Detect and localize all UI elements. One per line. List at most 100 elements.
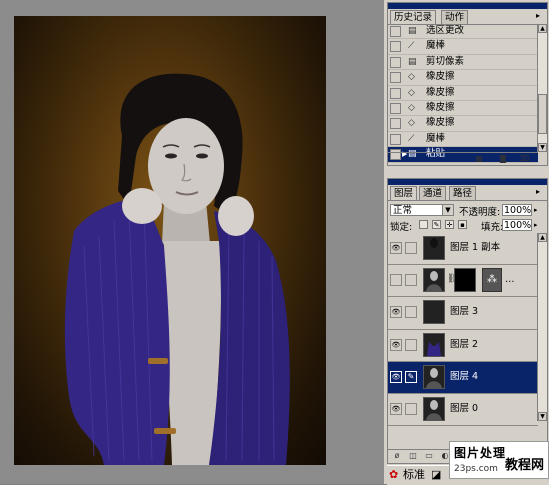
layer-thumbnail [423, 396, 445, 421]
eraser-icon: ◇ [408, 87, 415, 98]
tab-history[interactable]: 历史记录 [390, 10, 437, 24]
scroll-up-icon[interactable]: ▲ [538, 24, 547, 33]
brush-icon[interactable]: ✎ [405, 370, 417, 383]
document-canvas-area[interactable] [0, 0, 384, 484]
layer-thumbnail [423, 268, 445, 293]
history-item[interactable]: ◇ 橡皮擦 [388, 86, 538, 101]
layer-link-box[interactable] [405, 338, 417, 351]
app-logo-icon[interactable]: ✿ [389, 468, 398, 482]
layer-style-icon[interactable]: ø [392, 451, 402, 460]
scroll-down-icon[interactable]: ▼ [538, 143, 547, 152]
eye-icon[interactable]: 👁 [390, 306, 402, 319]
lock-label: 锁定: [390, 222, 413, 233]
history-item[interactable]: ▤ 选区更改 [388, 24, 538, 40]
new-document-from-state-icon[interactable]: ▦ [474, 154, 484, 163]
fill-label: 填充: [481, 222, 504, 233]
layers-tabs: 图层 通道 路径 ▸ [388, 185, 547, 201]
layer-row[interactable]: 👁 图层 1 副本 [388, 233, 538, 266]
layer-name[interactable]: … [505, 274, 515, 286]
fill-input[interactable]: 100% [502, 219, 532, 231]
layer-row[interactable]: 👁 图层 0 [388, 394, 538, 427]
quick-mask-icon[interactable]: ◪ [431, 468, 441, 482]
tab-actions[interactable]: 动作 [441, 10, 469, 24]
scroll-up-icon[interactable]: ▲ [538, 233, 547, 242]
history-tabs: 历史记录 动作 ▸ [388, 9, 547, 25]
snapshot-checkbox[interactable] [390, 87, 401, 99]
layer-name[interactable]: 图层 2 [450, 339, 478, 351]
snapshot-checkbox[interactable] [390, 41, 401, 53]
chevron-down-icon[interactable]: ▼ [442, 205, 453, 215]
layer-name[interactable]: 图层 1 副本 [450, 242, 500, 254]
history-item[interactable]: ▤ 剪切像素 [388, 55, 538, 71]
layer-row-selected[interactable]: 👁 ✎ 图层 4 [388, 361, 538, 394]
lock-all-icon[interactable]: ▪ [458, 220, 467, 229]
layer-name[interactable]: 图层 4 [450, 371, 478, 383]
tab-channels[interactable]: 通道 [419, 186, 447, 200]
history-list: ▤ 选区更改 ⟋ 魔棒 ▤ 剪切像素 ◇ 橡皮擦 ◇ 橡皮擦 ◇ 橡皮擦 ◇ 橡… [388, 24, 538, 163]
blend-mode-value: 正常 [393, 205, 413, 216]
eye-icon[interactable]: 👁 [390, 370, 402, 383]
history-item[interactable]: ◇ 橡皮擦 [388, 116, 538, 132]
document-icon: ▤ [408, 56, 417, 67]
eye-icon[interactable]: 👁 [390, 242, 402, 254]
history-palette: 历史记录 动作 ▸ ▤ 选区更改 ⟋ 魔棒 ▤ 剪切像素 ◇ 橡皮擦 ◇ 橡皮擦 [387, 2, 548, 166]
snapshot-checkbox[interactable] [390, 26, 401, 37]
layer-link-box[interactable] [405, 402, 417, 415]
layer-link-box[interactable] [405, 306, 417, 319]
fill-slider-arrow-icon[interactable]: ▸ [534, 221, 538, 229]
opacity-slider-arrow-icon[interactable]: ▸ [534, 206, 538, 214]
document-icon: ▤ [408, 26, 417, 36]
new-set-icon[interactable]: ▭ [424, 451, 434, 460]
eye-icon[interactable]: 👁 [390, 338, 402, 351]
site-watermark: 图片处理 教程网 23ps.com [449, 441, 549, 479]
eye-icon[interactable]: 👁 [390, 402, 402, 415]
snapshot-checkbox[interactable] [390, 133, 401, 145]
history-item[interactable]: ⟋ 魔棒 [388, 39, 538, 55]
history-scrollbar[interactable]: ▲ ▼ [537, 24, 547, 152]
lock-move-icon[interactable]: ✛ [445, 220, 454, 229]
scroll-down-icon[interactable]: ▼ [538, 412, 547, 421]
history-menu-arrow-icon[interactable]: ▸ [536, 12, 544, 20]
footprints-icon: ⁂ [482, 268, 502, 293]
trash-icon[interactable]: ⌧ [520, 154, 530, 163]
history-item-label: 橡皮擦 [426, 101, 455, 113]
layer-name[interactable]: 图层 3 [450, 306, 478, 318]
document-image[interactable] [14, 16, 326, 465]
layer-link-box[interactable] [405, 274, 417, 287]
opacity-label: 不透明度: [459, 207, 501, 218]
layers-scrollbar[interactable]: ▲ ▼ [537, 233, 547, 421]
camera-snapshot-icon[interactable]: ◙ [498, 154, 508, 163]
lock-transparency-icon[interactable] [419, 220, 428, 229]
watermark-line1: 图片处理 [454, 446, 507, 460]
lock-brush-icon[interactable]: ✎ [432, 220, 441, 229]
layer-list: 👁 图层 1 副本 ⛓ ⁂ … 👁 图层 3 👁 图层 2 👁 ✎ 图层 4 👁… [388, 233, 538, 427]
add-mask-icon[interactable]: ◫ [408, 451, 418, 460]
opacity-input[interactable]: 100% [502, 204, 532, 216]
history-item-label: 选区更改 [426, 25, 465, 36]
scroll-thumb[interactable] [538, 94, 547, 134]
history-item[interactable]: ⟋ 魔棒 [388, 132, 538, 148]
watermark-line2: 教程网 [504, 458, 544, 473]
layer-row[interactable]: 👁 图层 2 [388, 330, 538, 362]
snapshot-checkbox[interactable] [390, 72, 401, 84]
snapshot-checkbox[interactable] [390, 102, 401, 114]
layer-link-box[interactable] [405, 242, 417, 254]
tab-layers[interactable]: 图层 [390, 186, 418, 200]
layer-row[interactable]: 👁 图层 3 [388, 297, 538, 330]
layer-row[interactable]: ⛓ ⁂ … [388, 265, 538, 298]
layers-menu-arrow-icon[interactable]: ▸ [536, 188, 544, 196]
tab-paths[interactable]: 路径 [449, 186, 477, 200]
layer-name[interactable]: 图层 0 [450, 403, 478, 415]
history-item-label: 魔棒 [426, 40, 446, 52]
layers-palette: 图层 通道 路径 ▸ 正常 ▼ 不透明度: 100% ▸ 锁定: ✎ ✛ ▪ 填… [387, 178, 548, 464]
eraser-icon: ◇ [408, 102, 415, 113]
blend-mode-select[interactable]: 正常 ▼ [390, 204, 454, 216]
history-item[interactable]: ◇ 橡皮擦 [388, 70, 538, 86]
layer-mask-thumbnail[interactable] [454, 268, 476, 293]
standard-mode-label[interactable]: 标准 [403, 468, 425, 482]
snapshot-checkbox[interactable] [390, 118, 401, 130]
eye-hidden-box[interactable] [390, 274, 402, 287]
layer-thumbnail [423, 364, 445, 389]
history-item[interactable]: ◇ 橡皮擦 [388, 101, 538, 117]
snapshot-checkbox[interactable] [390, 56, 401, 68]
